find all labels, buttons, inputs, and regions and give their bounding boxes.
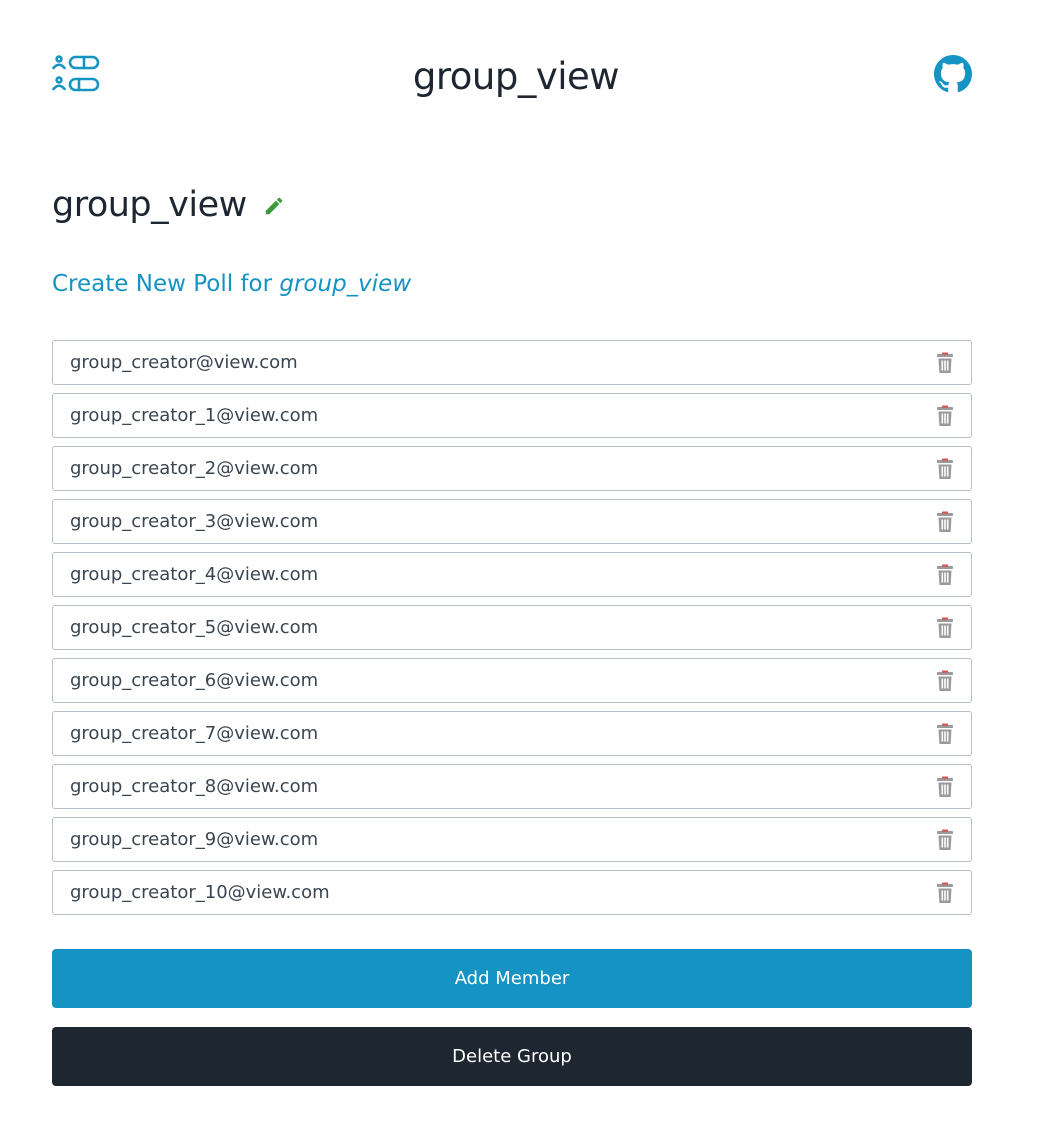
group-name-heading: group_view: [52, 185, 247, 225]
member-email: group_creator_1@view.com: [70, 405, 319, 426]
member-row: group_creator_7@view.com: [52, 711, 972, 756]
member-email: group_creator_2@view.com: [70, 458, 319, 479]
trash-icon[interactable]: [935, 776, 955, 798]
member-email: group_creator_10@view.com: [70, 882, 330, 903]
member-list: group_creator@view.com group_creator_1@vi…: [52, 340, 972, 923]
trash-icon[interactable]: [935, 723, 955, 745]
member-row: group_creator_8@view.com: [52, 764, 972, 809]
member-row: group_creator_10@view.com: [52, 870, 972, 915]
member-row: group_creator_5@view.com: [52, 605, 972, 650]
member-email: group_creator_9@view.com: [70, 829, 319, 850]
create-poll-group-name: group_view: [279, 271, 412, 297]
group-title-row: group_view: [52, 180, 285, 230]
app-header: group_view: [0, 0, 1059, 150]
trash-icon[interactable]: [935, 564, 955, 586]
pencil-icon[interactable]: [263, 195, 285, 217]
github-icon[interactable]: [934, 55, 972, 93]
member-email: group_creator_3@view.com: [70, 511, 319, 532]
trash-icon[interactable]: [935, 829, 955, 851]
member-email: group_creator_5@view.com: [70, 617, 319, 638]
member-row: group_creator_3@view.com: [52, 499, 972, 544]
trash-icon[interactable]: [935, 882, 955, 904]
member-row: group_creator@view.com: [52, 340, 972, 385]
trash-icon[interactable]: [935, 352, 955, 374]
trash-icon[interactable]: [935, 617, 955, 639]
member-row: group_creator_9@view.com: [52, 817, 972, 862]
member-email: group_creator_4@view.com: [70, 564, 319, 585]
trash-icon[interactable]: [935, 458, 955, 480]
member-email: group_creator_6@view.com: [70, 670, 319, 691]
create-poll-link[interactable]: Create New Poll for group_view: [52, 268, 411, 300]
member-email: group_creator_8@view.com: [70, 776, 319, 797]
trash-icon[interactable]: [935, 405, 955, 427]
trash-icon[interactable]: [935, 511, 955, 533]
trash-icon[interactable]: [935, 670, 955, 692]
member-email: group_creator@view.com: [70, 352, 298, 373]
app-title: group_view: [412, 55, 620, 98]
member-row: group_creator_2@view.com: [52, 446, 972, 491]
member-row: group_creator_1@view.com: [52, 393, 972, 438]
delete-group-button[interactable]: Delete Group: [52, 1027, 972, 1086]
member-row: group_creator_6@view.com: [52, 658, 972, 703]
member-email: group_creator_7@view.com: [70, 723, 319, 744]
member-row: group_creator_4@view.com: [52, 552, 972, 597]
create-poll-prefix: Create New Poll for: [52, 271, 280, 297]
add-member-button[interactable]: Add Member: [52, 949, 972, 1008]
